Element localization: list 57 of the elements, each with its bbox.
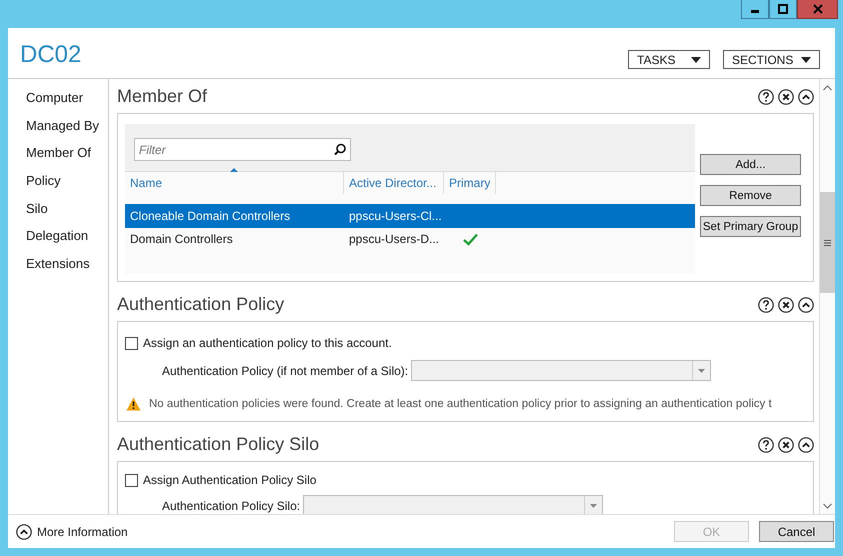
search-icon[interactable]: [334, 143, 346, 155]
field-label: Authentication Policy Silo:: [162, 498, 300, 512]
list-row[interactable]: Cloneable Domain Controllers ppscu-Users-Cl...: [125, 204, 695, 228]
caret-icon: [698, 368, 706, 372]
caret-icon: [691, 56, 701, 62]
sidebar-item[interactable]: Silo: [8, 194, 108, 222]
dropdown-field[interactable]: [411, 360, 712, 381]
table-cell-text: ppscu-Users-Cl...: [348, 208, 443, 223]
sidebar-item[interactable]: Policy: [8, 167, 108, 195]
table-cell-text: Cloneable Domain Controllers: [129, 208, 292, 223]
checkbox[interactable]: [125, 336, 138, 350]
maximize-icon: [778, 4, 788, 14]
close-icon[interactable]: [778, 88, 794, 104]
more-information-toggle[interactable]: More Information: [16, 524, 674, 540]
help-icon[interactable]: [758, 88, 774, 104]
filter-field[interactable]: Filter: [134, 138, 351, 161]
table-cell-text: Domain Controllers: [129, 232, 234, 246]
dropdown-button[interactable]: TASKS: [628, 50, 710, 69]
dropdown-field[interactable]: [303, 495, 604, 514]
close-button[interactable]: [797, 0, 838, 19]
dialog-button[interactable]: Cancel: [759, 521, 834, 542]
warning-icon: [126, 397, 141, 411]
action-button[interactable]: Remove: [700, 185, 801, 206]
sidebar-item[interactable]: Member Of: [8, 139, 108, 168]
help-icon[interactable]: [758, 296, 774, 312]
checkbox-label: Assign Authentication Policy Silo: [143, 473, 316, 487]
scrollbar[interactable]: [819, 79, 835, 514]
warning-message: No authentication policies were found. Create at least one authentication policy prior to assigning an authentication policy t: [149, 398, 772, 410]
minimize-button[interactable]: [741, 0, 769, 19]
scrollbar-thumb[interactable]: [820, 192, 835, 293]
checkbox-label: Assign an authentication policy to this account.: [143, 336, 392, 350]
action-button[interactable]: Add...: [700, 154, 801, 175]
sidebar-item[interactable]: Delegation: [8, 222, 108, 250]
dropdown-button[interactable]: SECTIONS: [723, 50, 820, 69]
expand-icon[interactable]: [16, 524, 32, 540]
close-icon[interactable]: [778, 436, 794, 452]
caret-icon: [801, 56, 811, 62]
window-title: DC02: [20, 41, 82, 69]
field-label: Authentication Policy (if not member of a Silo):: [162, 364, 408, 378]
section-title: Authentication Policy Silo: [117, 434, 320, 455]
collapse-icon[interactable]: [798, 436, 814, 452]
caret-icon: [590, 504, 598, 508]
close-icon[interactable]: [778, 296, 794, 312]
sidebar-item[interactable]: Managed By: [8, 112, 108, 140]
collapse-icon[interactable]: [798, 296, 814, 312]
close-icon: [812, 4, 822, 14]
sidebar-item[interactable]: Extensions: [8, 250, 108, 278]
action-button[interactable]: Set Primary Group: [700, 216, 801, 237]
section-title: Member Of: [117, 86, 208, 107]
help-icon[interactable]: [758, 436, 774, 452]
checkbox[interactable]: [125, 474, 138, 486]
list-row[interactable]: Domain Controllers ppscu-Users-D...: [125, 228, 695, 251]
section-title: Authentication Policy: [117, 294, 284, 315]
sidebar-item[interactable]: Computer: [8, 84, 108, 112]
table-cell-text: ppscu-Users-D...: [348, 232, 440, 246]
collapse-icon[interactable]: [798, 88, 814, 104]
maximize-button[interactable]: [769, 0, 797, 19]
